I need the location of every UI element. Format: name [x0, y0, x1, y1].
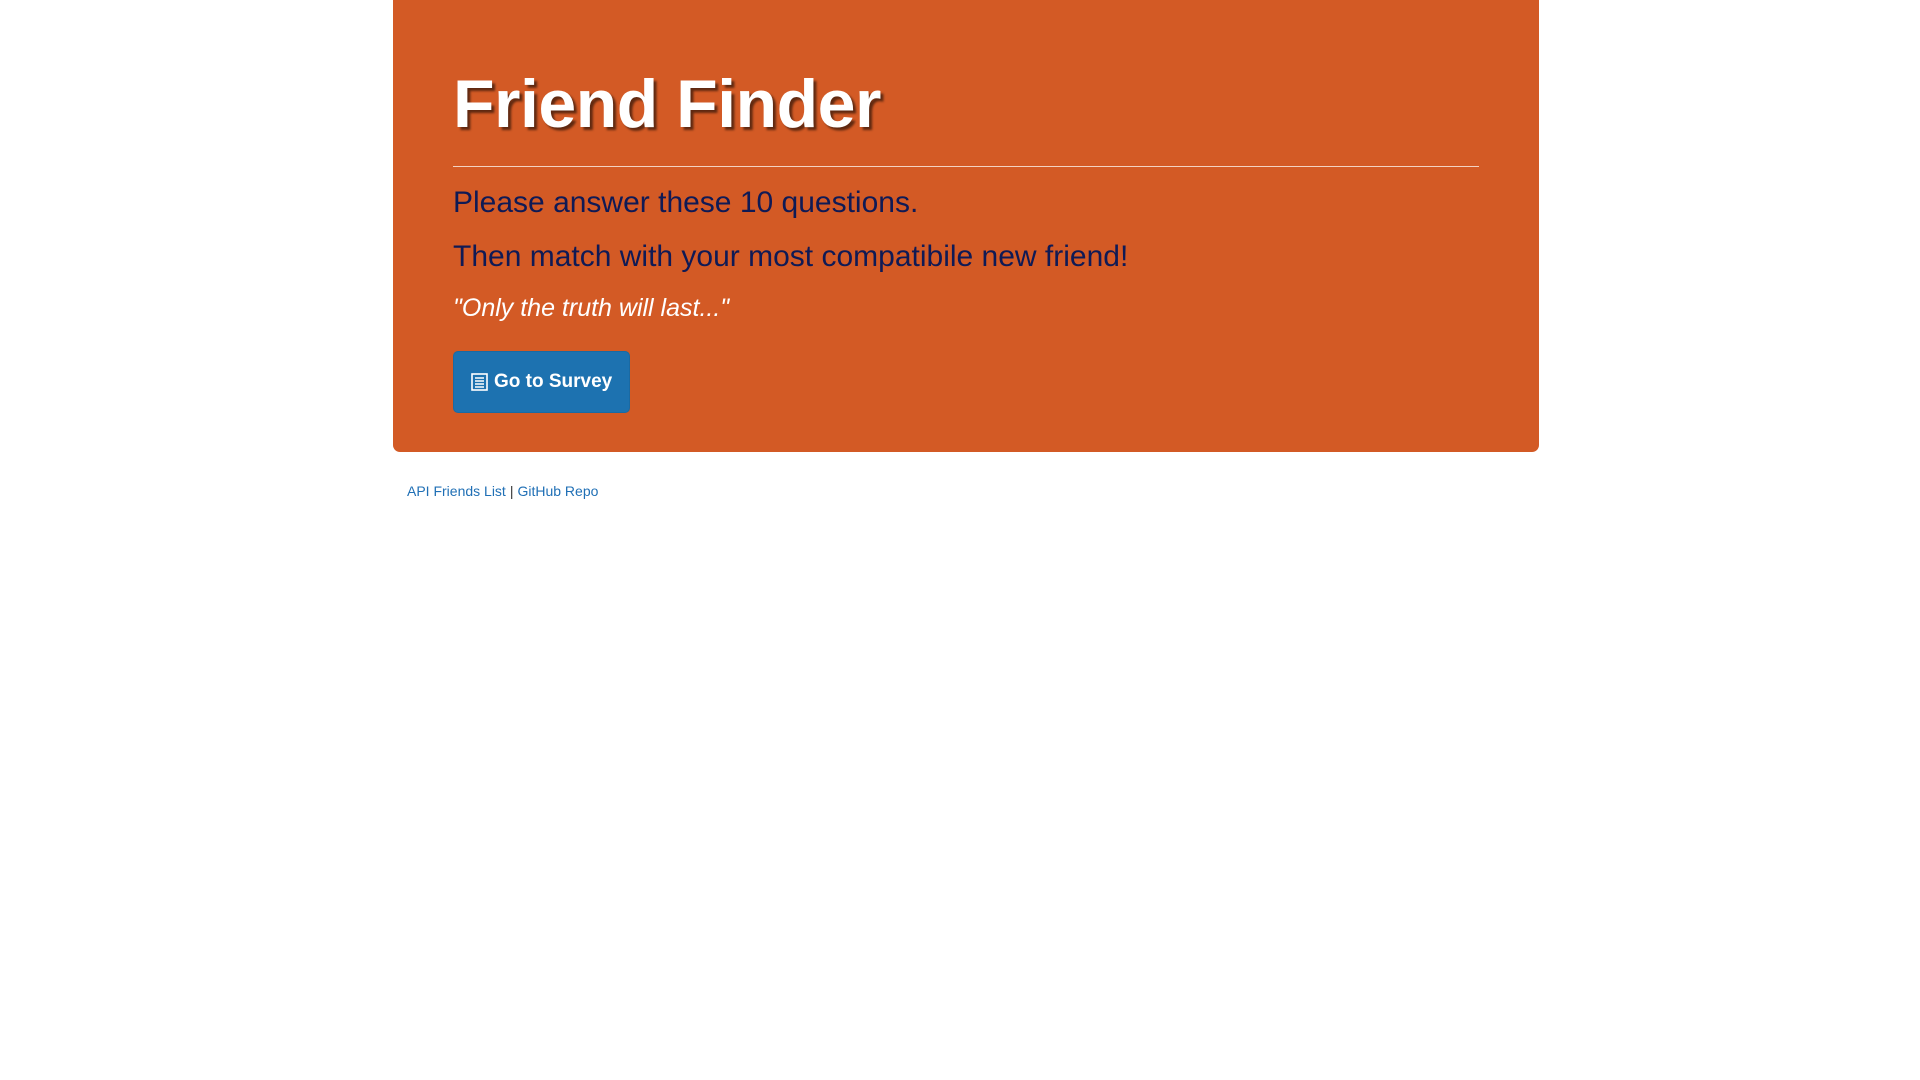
- intro-line-2: Then match with your most compatibile ne…: [453, 240, 1129, 273]
- quote-text: "Only the truth will last...": [453, 294, 730, 322]
- go-to-survey-button[interactable]: Go to Survey: [453, 351, 631, 413]
- intro-line-1: Please answer these 10 questions.: [453, 186, 919, 219]
- page-container: Friend Finder Please answer these 10 que…: [393, 0, 1539, 499]
- footer-separator: |: [509, 483, 514, 499]
- page-title: Friend Finder: [453, 66, 881, 142]
- jumbotron: Friend Finder Please answer these 10 que…: [393, 0, 1539, 452]
- list-alt-icon: [471, 373, 488, 391]
- api-friends-list-link[interactable]: API Friends List: [407, 483, 506, 499]
- divider: [453, 166, 1479, 167]
- footer: API Friends List | GitHub Repo: [393, 483, 1539, 499]
- github-repo-link[interactable]: GitHub Repo: [517, 483, 598, 499]
- go-to-survey-label: Go to Survey: [494, 371, 613, 392]
